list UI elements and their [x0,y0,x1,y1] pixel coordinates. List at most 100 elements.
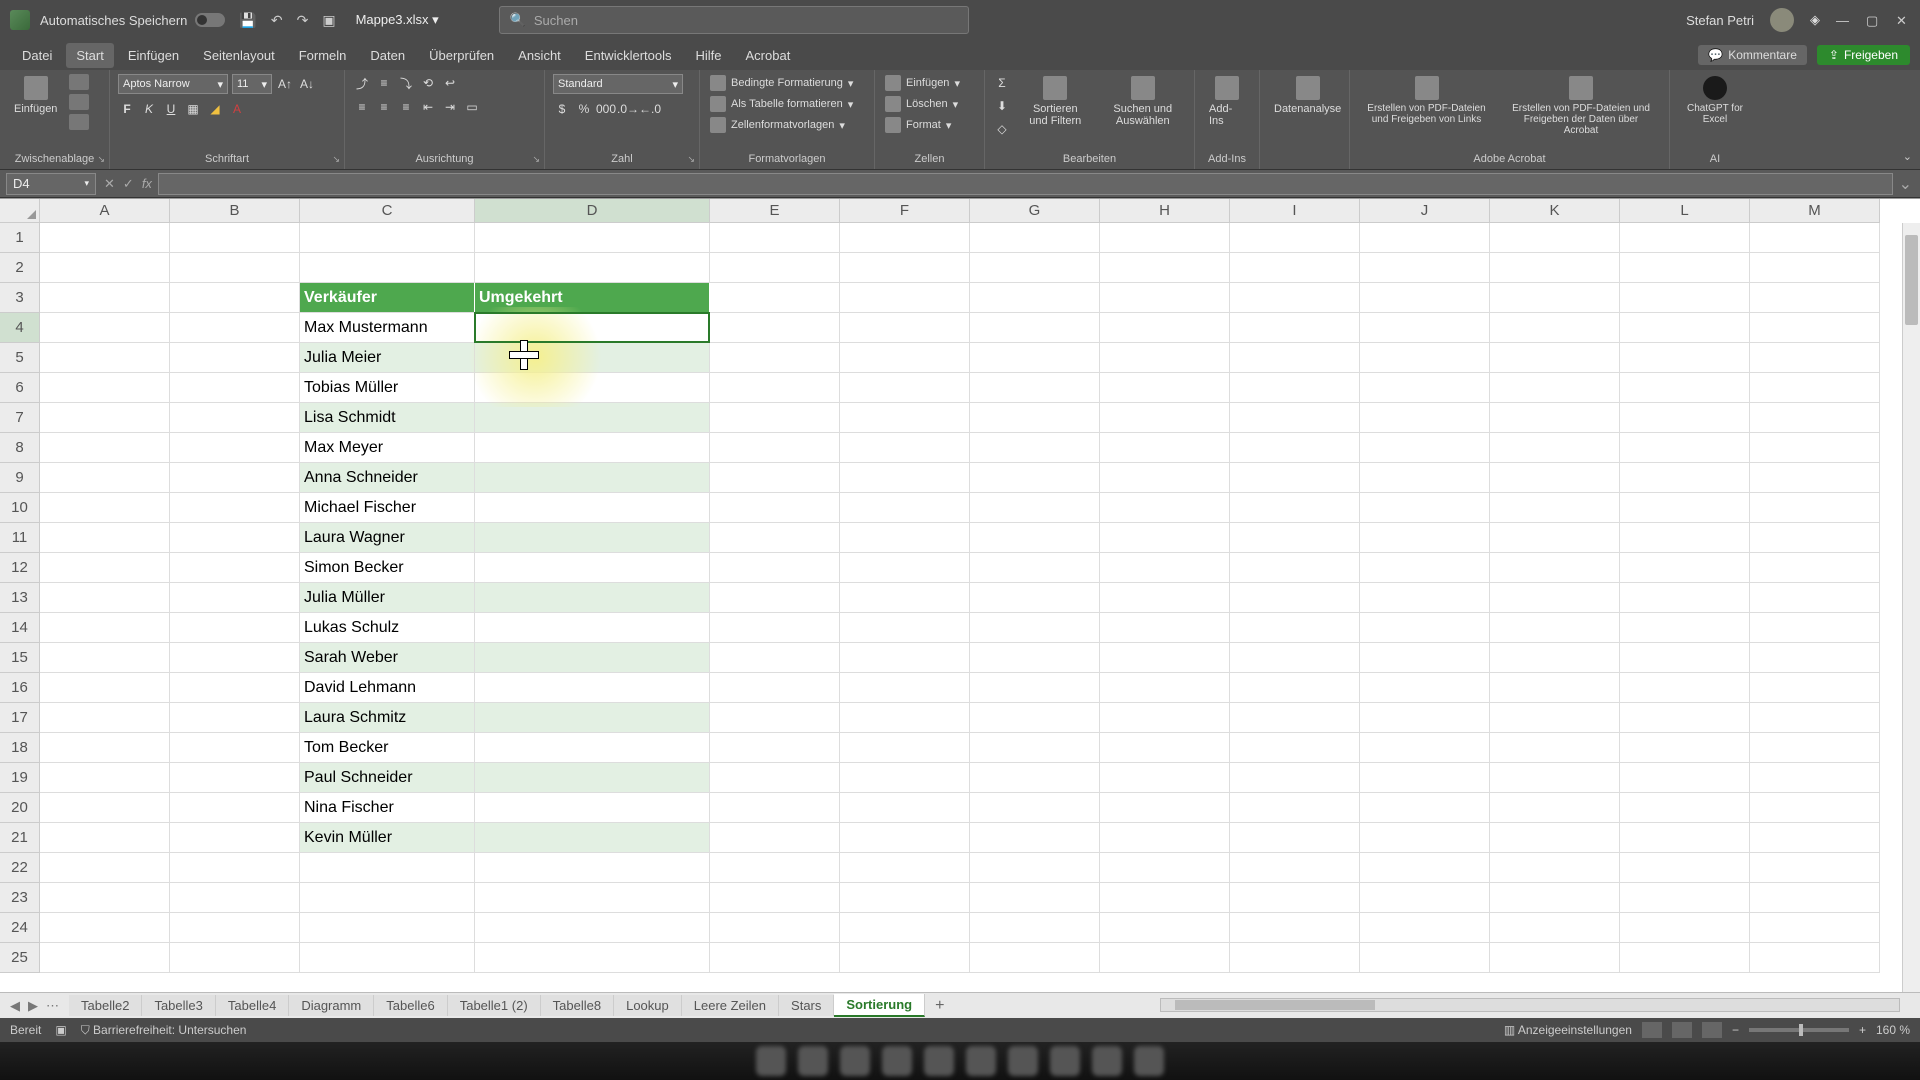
column-header[interactable]: M [1750,199,1880,223]
cell[interactable] [1750,793,1880,823]
cell[interactable] [1490,493,1620,523]
cell[interactable]: Max Mustermann [300,313,475,343]
align-right-icon[interactable]: ≡ [397,98,415,116]
cell[interactable] [710,613,840,643]
cell[interactable] [1750,733,1880,763]
zoom-out-icon[interactable]: − [1732,1023,1739,1037]
cell[interactable] [710,793,840,823]
cell[interactable] [1360,373,1490,403]
taskbar-icon[interactable] [882,1046,912,1076]
row-header[interactable]: 1 [0,223,40,253]
cell[interactable] [840,223,970,253]
sheet-tab[interactable]: Tabelle8 [541,995,614,1016]
format-cells-button[interactable]: Format ▾ [883,116,953,134]
addins-button[interactable]: Add-Ins [1203,74,1251,129]
cell[interactable] [1100,913,1230,943]
zoom-slider[interactable] [1749,1028,1849,1032]
cell[interactable] [1360,673,1490,703]
cell[interactable] [40,253,170,283]
row-header[interactable]: 13 [0,583,40,613]
cell[interactable] [1620,763,1750,793]
cell[interactable]: Umgekehrt [475,283,710,313]
diamond-icon[interactable]: ◈ [1810,12,1820,28]
cell[interactable] [1230,643,1360,673]
cell[interactable] [40,313,170,343]
cell[interactable] [475,673,710,703]
zoom-level[interactable]: 160 % [1876,1023,1910,1037]
align-center-icon[interactable]: ≡ [375,98,393,116]
cell[interactable] [710,493,840,523]
cell[interactable] [1620,703,1750,733]
cell[interactable] [710,643,840,673]
cell[interactable] [170,313,300,343]
fx-icon[interactable]: fx [142,176,152,191]
taskbar-icon[interactable] [798,1046,828,1076]
cell[interactable] [1750,523,1880,553]
find-select-button[interactable]: Suchen und Auswählen [1100,74,1186,129]
cell[interactable] [1490,583,1620,613]
column-header[interactable]: I [1230,199,1360,223]
number-format-combo[interactable]: Standard▾ [553,74,683,94]
cell[interactable] [710,373,840,403]
cell[interactable] [475,583,710,613]
cell[interactable] [40,433,170,463]
cell[interactable] [1490,223,1620,253]
cell[interactable]: Kevin Müller [300,823,475,853]
increase-decimal-icon[interactable]: .0→ [619,100,637,118]
cell[interactable] [1100,853,1230,883]
enter-formula-icon[interactable]: ✓ [123,176,134,192]
cell[interactable] [840,523,970,553]
cell[interactable] [840,343,970,373]
sort-filter-button[interactable]: Sortieren und Filtern [1017,74,1094,129]
cell[interactable] [840,823,970,853]
cell[interactable] [170,463,300,493]
cell[interactable] [970,343,1100,373]
cell[interactable] [1230,223,1360,253]
tab-view[interactable]: Ansicht [508,43,571,68]
cell[interactable] [1360,763,1490,793]
cell[interactable] [1230,403,1360,433]
cell[interactable] [710,223,840,253]
cell[interactable] [970,643,1100,673]
tab-review[interactable]: Überprüfen [419,43,504,68]
cell[interactable] [710,733,840,763]
cell[interactable] [170,703,300,733]
cell[interactable] [170,343,300,373]
cell[interactable] [710,463,840,493]
cell[interactable] [475,913,710,943]
cell[interactable]: Max Meyer [300,433,475,463]
font-launcher-icon[interactable]: ↘ [332,154,340,165]
cell[interactable] [1360,793,1490,823]
cell[interactable] [1750,343,1880,373]
cell[interactable] [300,883,475,913]
cell[interactable] [1750,613,1880,643]
macro-record-icon[interactable]: ▣ [55,1023,66,1037]
cell[interactable] [170,583,300,613]
chatgpt-button[interactable]: ChatGPT for Excel [1678,74,1752,127]
cell[interactable] [840,373,970,403]
cell[interactable] [1490,943,1620,973]
cell[interactable] [1100,313,1230,343]
cell[interactable] [40,343,170,373]
cell[interactable] [1750,553,1880,583]
camera-icon[interactable]: ▣ [322,12,335,29]
cell[interactable] [170,493,300,523]
cell[interactable] [40,673,170,703]
cell[interactable] [170,823,300,853]
display-settings-button[interactable]: ▥ Anzeigeeinstellungen [1504,1023,1632,1037]
cell[interactable] [970,463,1100,493]
cell[interactable] [1620,853,1750,883]
cell[interactable] [1230,523,1360,553]
cell[interactable] [710,703,840,733]
cell[interactable] [840,553,970,583]
cell[interactable] [1230,733,1360,763]
cell[interactable] [710,433,840,463]
cell-styles-button[interactable]: Zellenformatvorlagen ▾ [708,116,847,134]
cell[interactable] [710,343,840,373]
cell[interactable] [475,523,710,553]
cell[interactable] [1490,373,1620,403]
row-header[interactable]: 4 [0,313,40,343]
cell[interactable] [1230,673,1360,703]
increase-indent-icon[interactable]: ⇥ [441,98,459,116]
decrease-decimal-icon[interactable]: ←.0 [641,100,659,118]
